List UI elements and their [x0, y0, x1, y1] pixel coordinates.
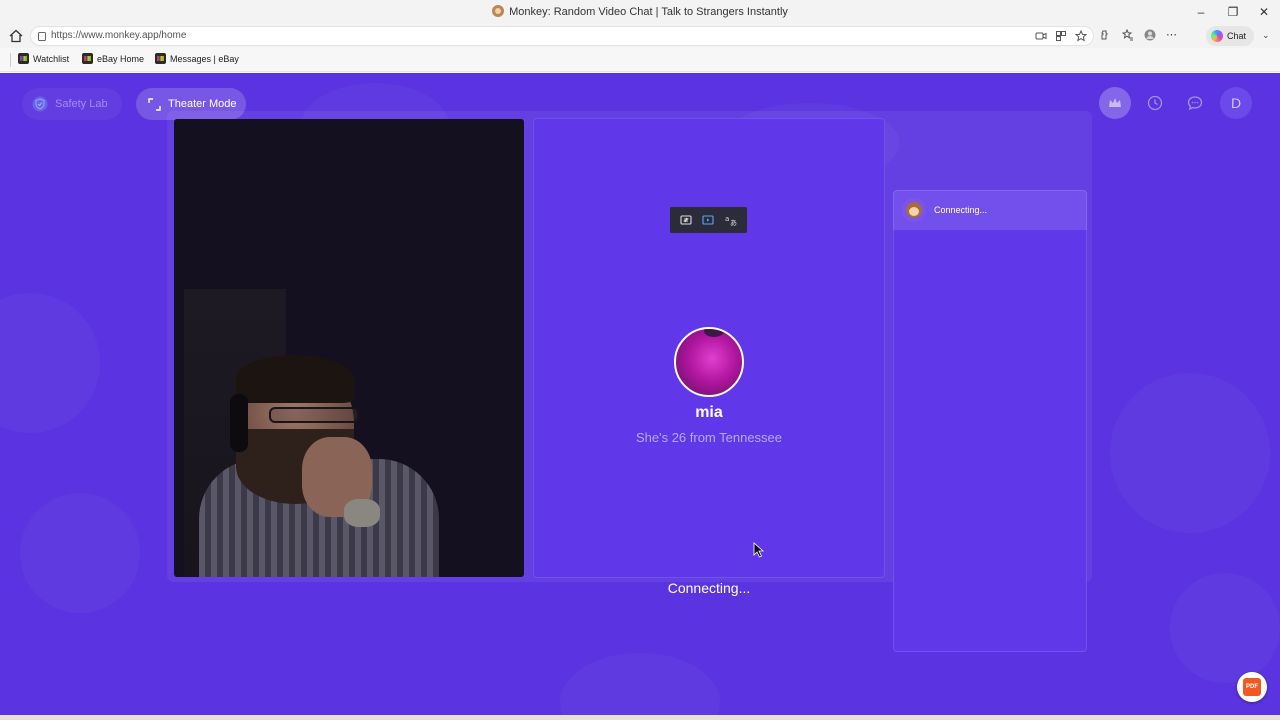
camera-icon[interactable] — [1035, 30, 1047, 42]
avatar-initial: D — [1230, 95, 1242, 111]
extensions-icon[interactable] — [1100, 29, 1112, 41]
person-hair — [236, 355, 354, 403]
url-text: https://www.monkey.app/home — [51, 30, 187, 41]
bookmark-label: eBay Home — [97, 53, 145, 64]
video-controls-bar: a あ — [670, 207, 747, 233]
bookmarks-bar: Watchlist eBay Home Messages | eBay — [0, 48, 1280, 72]
bookmark-label: Watchlist — [33, 53, 70, 64]
stranger-avatar — [674, 327, 744, 397]
video-effect-icon[interactable] — [701, 213, 715, 227]
monkey-icon — [902, 198, 926, 222]
home-icon[interactable] — [8, 28, 24, 44]
stranger-info: She's 26 from Tennessee — [635, 430, 783, 445]
profile-icon[interactable] — [1144, 29, 1156, 41]
expand-icon — [148, 97, 161, 111]
bookmarks-divider — [10, 53, 11, 67]
ebay-icon — [82, 53, 93, 64]
minimize-button[interactable]: – — [1192, 3, 1210, 21]
messages-button[interactable] — [1179, 87, 1211, 119]
copilot-chat-button[interactable]: Chat — [1206, 26, 1254, 46]
chevron-down-icon[interactable]: ⌄ — [1262, 30, 1270, 41]
copilot-icon — [1211, 30, 1223, 42]
favorites-icon[interactable] — [1122, 28, 1134, 41]
shield-icon — [32, 96, 48, 112]
history-icon — [1147, 95, 1163, 111]
background-decoration — [0, 293, 100, 433]
bottom-strip — [0, 715, 1280, 720]
bookmark-messages-ebay[interactable]: Messages | eBay — [155, 53, 239, 64]
crown-icon — [1109, 98, 1121, 107]
crown-button[interactable] — [1099, 87, 1131, 119]
ebay-icon — [18, 53, 29, 64]
history-button[interactable] — [1139, 87, 1171, 119]
headset — [230, 394, 248, 452]
safety-lab-button[interactable]: Safety Lab — [22, 88, 122, 120]
ebay-icon — [155, 53, 166, 64]
window-title-text: Monkey: Random Video Chat | Talk to Stra… — [509, 6, 788, 18]
monkey-favicon-icon — [492, 5, 505, 17]
bookmark-ebay-home[interactable]: eBay Home — [82, 53, 144, 64]
browser-titlebar: Monkey: Random Video Chat | Talk to Stra… — [0, 0, 1280, 24]
restore-button[interactable]: ❐ — [1224, 3, 1242, 21]
copilot-chat-label: Chat — [1227, 31, 1247, 41]
connection-status: Connecting... — [667, 580, 751, 596]
url-tools — [1035, 30, 1087, 42]
safety-lab-label: Safety Lab — [55, 98, 108, 110]
background-decoration — [1170, 573, 1280, 683]
background-decoration — [1110, 373, 1270, 533]
switch-camera-icon[interactable] — [679, 213, 693, 227]
address-bar-row: https://www.monkey.app/home ⋯ Chat ⌄ — [0, 24, 1280, 48]
more-menu-icon[interactable]: ⋯ — [1166, 28, 1177, 41]
wristwatch — [344, 499, 380, 527]
translate-icon[interactable]: a あ — [724, 213, 738, 227]
theater-mode-label: Theater Mode — [168, 98, 237, 110]
background-decoration — [560, 653, 720, 715]
pdf-icon: PDF — [1243, 678, 1261, 696]
message-icon — [1187, 96, 1203, 111]
pdf-extension-button[interactable]: PDF — [1237, 672, 1267, 702]
svg-text:あ: あ — [730, 219, 737, 227]
glasses — [269, 407, 359, 423]
bookmark-label: Messages | eBay — [170, 53, 239, 64]
window-title: Monkey: Random Video Chat | Talk to Stra… — [0, 5, 1280, 18]
chat-status-text: Connecting... — [934, 205, 988, 215]
background-decoration — [20, 493, 140, 613]
chat-panel — [893, 190, 1087, 652]
stranger-name: mia — [695, 404, 723, 421]
svg-text:a: a — [725, 215, 729, 223]
page-info-icon[interactable] — [37, 31, 47, 42]
user-avatar[interactable]: D — [1220, 87, 1252, 119]
toolbar-icons: ⋯ — [1100, 28, 1177, 41]
bookmark-watchlist[interactable]: Watchlist — [18, 53, 69, 64]
close-window-button[interactable]: ✕ — [1255, 3, 1273, 21]
url-field[interactable]: https://www.monkey.app/home — [30, 26, 1094, 46]
app-available-icon[interactable] — [1055, 30, 1067, 42]
self-camera-video — [174, 119, 524, 577]
mouse-cursor-icon — [753, 542, 765, 558]
favorite-star-icon[interactable] — [1075, 30, 1087, 42]
